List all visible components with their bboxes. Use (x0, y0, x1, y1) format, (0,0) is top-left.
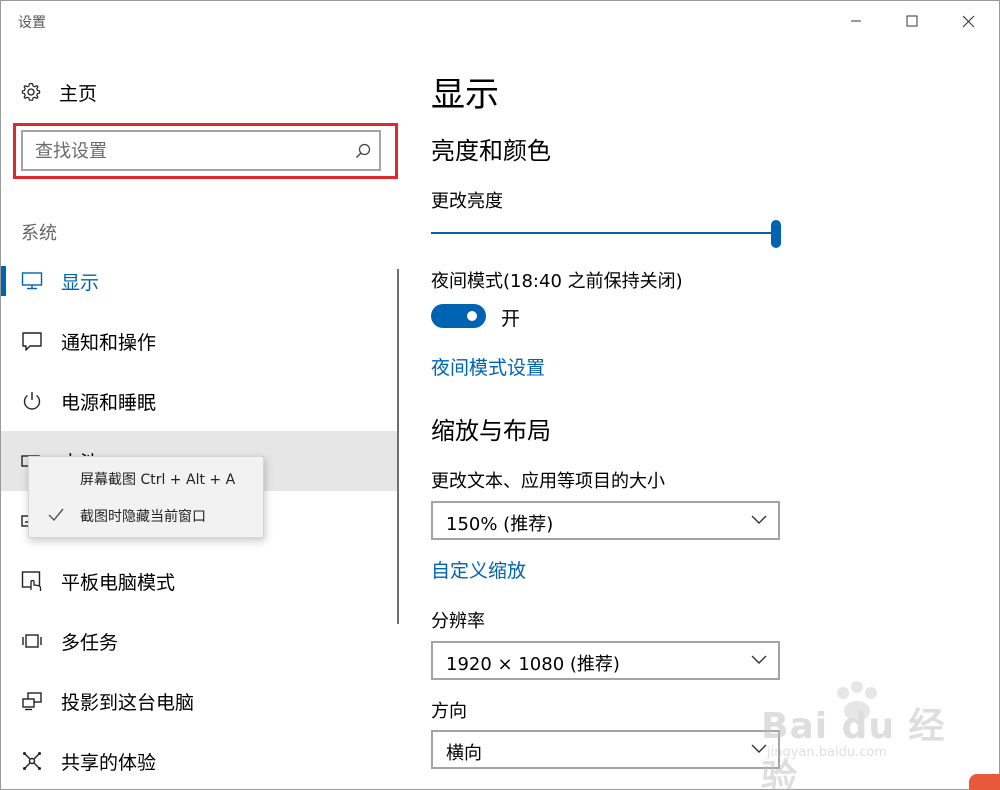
sidebar-item-label: 电源和睡眠 (61, 391, 157, 414)
sidebar-item-shared-experiences[interactable]: 共享的体验 (1, 731, 399, 790)
orientation-dropdown[interactable]: 横向 (431, 730, 780, 769)
maximize-button[interactable] (889, 1, 935, 41)
slider-track (431, 232, 776, 234)
sidebar-item-label: 平板电脑模式 (61, 571, 176, 594)
menu-item-screenshot[interactable]: 屏幕截图 Ctrl + Alt + A (29, 461, 265, 497)
sidebar-item-power-sleep[interactable]: 电源和睡眠 (1, 371, 399, 431)
home-label: 主页 (59, 82, 98, 105)
watermark-url: jingyan.baidu.com (767, 745, 887, 760)
night-light-settings-link[interactable]: 夜间模式设置 (431, 353, 545, 380)
sidebar-item-label: 投影到这台电脑 (61, 691, 195, 714)
brightness-slider[interactable] (431, 220, 781, 248)
search-icon[interactable] (355, 143, 371, 159)
section-heading-brightness: 亮度和颜色 (431, 137, 551, 165)
search-box[interactable] (21, 130, 381, 171)
scale-label: 更改文本、应用等项目的大小 (431, 471, 665, 492)
scale-dropdown[interactable]: 150% (推荐) (431, 501, 780, 540)
corner-decoration (969, 774, 1000, 790)
notification-icon (21, 330, 43, 352)
minimize-icon (851, 20, 861, 22)
sidebar-item-label: 通知和操作 (61, 331, 157, 354)
section-label-system: 系统 (21, 223, 57, 244)
chevron-down-icon (751, 655, 767, 664)
sidebar-item-projecting[interactable]: 投影到这台电脑 (1, 671, 399, 731)
section-heading-scale-layout: 缩放与布局 (431, 417, 551, 445)
orientation-value: 横向 (446, 743, 482, 764)
sidebar-item-multitasking[interactable]: 多任务 (1, 611, 399, 671)
sidebar-item-tablet-mode[interactable]: 平板电脑模式 (1, 551, 399, 611)
night-light-label: 夜间模式(18:40 之前保持关闭) (431, 271, 683, 292)
title-bar[interactable]: 设置 (1, 1, 999, 41)
watermark-brand: Bai du 经验 (761, 706, 946, 790)
chevron-down-icon (751, 515, 767, 524)
orientation-label: 方向 (431, 701, 467, 722)
sidebar-item-display[interactable]: 显示 (1, 251, 399, 311)
close-icon (962, 15, 974, 27)
menu-item-label: 屏幕截图 Ctrl + Alt + A (80, 472, 236, 488)
sidebar-scrollbar[interactable] (397, 269, 399, 624)
tablet-mode-icon (21, 570, 43, 592)
gear-icon (21, 82, 41, 101)
custom-scaling-link[interactable]: 自定义缩放 (431, 556, 526, 583)
window-title: 设置 (18, 15, 46, 31)
projecting-icon (21, 690, 43, 712)
search-input[interactable] (35, 138, 345, 164)
active-indicator (1, 266, 6, 296)
maximize-icon (906, 15, 918, 27)
sidebar-item-label: 显示 (61, 271, 100, 294)
baidu-watermark: Bai du 经验 jingyan.baidu.com (753, 679, 948, 790)
menu-item-label: 截图时隐藏当前窗口 (80, 509, 206, 525)
sidebar-item-label: 多任务 (61, 631, 119, 654)
night-light-toggle[interactable] (431, 304, 486, 328)
resolution-label: 分辨率 (431, 611, 485, 632)
minimize-button[interactable] (833, 1, 879, 41)
close-button[interactable] (945, 1, 991, 41)
checkmark-icon (48, 508, 64, 522)
sidebar-item-label: 共享的体验 (61, 751, 157, 774)
slider-thumb[interactable] (771, 220, 781, 248)
brightness-label: 更改亮度 (431, 191, 503, 212)
settings-window: 设置 主页 系统 显示 (0, 0, 1000, 790)
menu-item-hide-window[interactable]: 截图时隐藏当前窗口 (29, 498, 265, 534)
home-link[interactable]: 主页 (21, 79, 97, 105)
sidebar-item-notifications[interactable]: 通知和操作 (1, 311, 399, 371)
resolution-dropdown[interactable]: 1920 × 1080 (推荐) (431, 641, 780, 680)
multitasking-icon (21, 630, 43, 652)
night-light-state: 开 (501, 308, 521, 330)
toggle-knob (467, 311, 477, 321)
resolution-value: 1920 × 1080 (推荐) (446, 654, 620, 675)
power-icon (21, 390, 43, 412)
shared-experiences-icon (21, 750, 43, 772)
monitor-icon (21, 270, 43, 292)
context-menu: 屏幕截图 Ctrl + Alt + A 截图时隐藏当前窗口 (28, 456, 264, 538)
scale-value: 150% (推荐) (446, 514, 554, 535)
page-title: 显示 (431, 75, 499, 115)
